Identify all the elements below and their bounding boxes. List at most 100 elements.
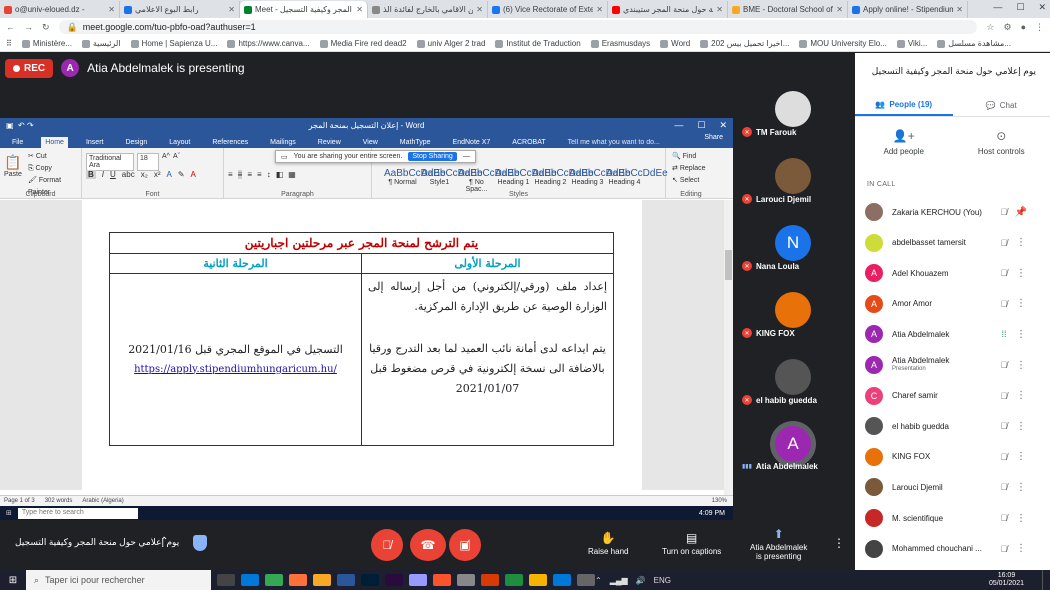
participant-tile[interactable]: ✕ TM Farouk (736, 83, 854, 143)
word-tab[interactable]: EndNote X7 (449, 137, 495, 148)
select-button[interactable]: ↖ Select (672, 175, 706, 187)
more-options-icon[interactable]: ⋮ (1011, 451, 1031, 462)
tab-close-icon[interactable]: ✕ (836, 5, 843, 14)
share-button[interactable]: Share (704, 134, 723, 141)
mic-off-icon[interactable]: 🎙̸ (997, 238, 1011, 248)
zoom-level[interactable]: 130% (712, 498, 727, 504)
taskbar-app-icon[interactable] (457, 574, 475, 586)
word-tab[interactable]: Review (314, 137, 345, 148)
vertical-scrollbar[interactable] (724, 200, 733, 495)
pin-icon[interactable]: 📌 (1011, 207, 1031, 218)
taskbar-app-icon[interactable] (505, 574, 523, 586)
bookmark-item[interactable]: Institut de Traduction (495, 39, 581, 48)
taskbar-app-icon[interactable] (409, 574, 427, 586)
style-option[interactable]: AaBbCcDdEe Heading 3 (569, 168, 631, 193)
align-right-icon[interactable]: ≡ (247, 170, 252, 179)
taskbar-app-icon[interactable] (529, 574, 547, 586)
highlight-icon[interactable]: ✎ (178, 170, 185, 179)
show-desktop-button[interactable] (1042, 570, 1048, 590)
chevron-up-icon[interactable]: ⌃ (160, 536, 168, 547)
justify-icon[interactable]: ≡ (257, 170, 262, 179)
participant-tile[interactable]: A ▮▮▮ Atia Abdelmalek (736, 418, 854, 478)
mic-off-icon[interactable]: 🎙̸ (997, 482, 1011, 492)
word-tab[interactable]: Design (121, 137, 151, 148)
borders-icon[interactable]: ▦ (288, 170, 296, 179)
forward-icon[interactable]: → (24, 22, 33, 32)
taskbar-app-icon[interactable] (385, 574, 403, 586)
strikethrough-icon[interactable]: abc (122, 170, 135, 179)
participant-row[interactable]: Zakaria KERCHOU (You) 🎙̸ 📌 (865, 197, 1047, 227)
browser-tab[interactable]: (6) Vice Rectorate of External Relation✕ (488, 1, 608, 18)
extensions-icon[interactable]: ⚙ (1003, 22, 1011, 33)
tab-close-icon[interactable]: ✕ (716, 5, 723, 14)
taskbar-app-icon[interactable] (433, 574, 451, 586)
back-icon[interactable]: ← (6, 22, 15, 32)
text-effects-icon[interactable]: A (166, 170, 171, 179)
browser-tab[interactable]: Meet - يوم إعلامي حول منحة المجر وكيفية … (240, 1, 368, 18)
minimize-icon[interactable]: — (993, 2, 1002, 13)
word-tab[interactable]: Layout (165, 137, 194, 148)
superscript-icon[interactable]: x² (154, 170, 161, 179)
more-options-icon[interactable]: ⋮ (1011, 298, 1031, 309)
microphone-toggle-button[interactable]: 🎙̸ (371, 529, 403, 561)
cut-button[interactable]: ✂ Cut (28, 151, 81, 163)
more-options-icon[interactable]: ⋮ (1011, 543, 1031, 554)
copy-button[interactable]: ⎘ Copy (28, 163, 81, 175)
participant-row[interactable]: Larouci Djemil 🎙̸ ⋮ (865, 472, 1047, 502)
browser-tab[interactable]: برنامج التكوين الاقامي بالخارج لفائدة ال… (368, 1, 488, 18)
word-tab[interactable]: View (359, 137, 382, 148)
mic-off-icon[interactable]: 🎙̸ (997, 452, 1011, 462)
shield-icon[interactable] (193, 535, 207, 551)
more-options-icon[interactable]: ⋮ (833, 536, 845, 550)
browser-tab[interactable]: Apply online! - Stipendium Hungaricum✕ (848, 1, 968, 18)
more-options-icon[interactable]: ⋮ (1011, 421, 1031, 432)
taskbar-app-icon[interactable] (265, 574, 283, 586)
word-tab[interactable]: ACROBAT (508, 137, 549, 148)
taskbar-app-icon[interactable] (241, 574, 259, 586)
participant-row[interactable]: el habib guedda 🎙̸ ⋮ (865, 411, 1047, 441)
participant-tile[interactable]: ✕ el habib guedda (736, 351, 854, 411)
windows-search-box[interactable]: ⌕ Taper ici pour rechercher (26, 570, 211, 590)
grow-font-icon[interactable]: A^ (162, 153, 170, 171)
raise-hand-button[interactable]: ✋ Raise hand (588, 531, 628, 556)
camera-toggle-button[interactable]: ▣̸ (449, 529, 481, 561)
more-options-icon[interactable]: ⋮ (1011, 482, 1031, 493)
bookmark-item[interactable]: univ Alger 2 trad (416, 39, 485, 48)
mic-off-icon[interactable]: 🎙̸ (997, 513, 1011, 523)
mic-off-icon[interactable]: 🎙̸ (997, 360, 1011, 370)
input-language[interactable]: ENG (654, 576, 671, 585)
captions-button[interactable]: ▤ Turn on captions (662, 531, 721, 556)
audio-level-icon[interactable]: ⁞⁞ (997, 329, 1011, 339)
leave-call-button[interactable]: ☎ (410, 529, 446, 561)
shading-icon[interactable]: ◧ (276, 170, 284, 179)
url-field[interactable]: 🔒 meet.google.com/tuo-pbfo-oad?authuser=… (58, 20, 978, 34)
participant-row[interactable]: C Charef samir 🎙̸ ⋮ (865, 381, 1047, 411)
bookmark-item[interactable]: الرئيسية (81, 39, 121, 48)
style-option[interactable]: AaBbCcDdEe Style1 (421, 168, 483, 193)
taskbar-app-icon[interactable] (313, 574, 331, 586)
mic-off-icon[interactable]: 🎙̸ (997, 299, 1011, 309)
tab-close-icon[interactable]: ✕ (356, 5, 363, 14)
menu-icon[interactable]: ⋮ (1035, 22, 1044, 33)
taskbar-app-icon[interactable] (289, 574, 307, 586)
mic-off-icon[interactable]: 🎙̸ (997, 544, 1011, 554)
align-center-icon[interactable]: ≡ (237, 170, 243, 179)
bookmark-item[interactable]: Erasmusdays (590, 39, 650, 48)
taskbar-app-icon[interactable] (217, 574, 235, 586)
registration-link[interactable]: https://apply.stipendiumhungaricum.hu/ (116, 360, 355, 380)
bookmark-item[interactable]: Home | Sapienza U... (130, 39, 217, 48)
scrollbar-thumb[interactable] (725, 250, 732, 280)
participant-row[interactable]: A Atia Abdelmalek Presentation 🎙̸ ⋮ (865, 350, 1047, 380)
participant-tile[interactable]: ✕ KING FOX (736, 284, 854, 344)
underline-icon[interactable]: U (110, 170, 116, 179)
system-clock[interactable]: 16:09 05/01/2021 (989, 572, 1024, 588)
more-options-icon[interactable]: ⋮ (1011, 390, 1031, 401)
maximize-icon[interactable]: ☐ (1016, 2, 1024, 13)
tab-chat[interactable]: 💬 Chat (953, 95, 1050, 116)
style-option[interactable]: AaBbCcDdEe ¶ Normal (384, 168, 446, 193)
add-people-button[interactable]: 👤+ Add people (855, 129, 953, 156)
presenting-button[interactable]: ⬆ Atia Abdelmalek is presenting (750, 527, 807, 561)
style-option[interactable]: AaBbCcDdEe Heading 2 (532, 168, 594, 193)
more-options-icon[interactable]: ⋮ (1011, 360, 1031, 371)
taskbar-app-icon[interactable] (337, 574, 355, 586)
